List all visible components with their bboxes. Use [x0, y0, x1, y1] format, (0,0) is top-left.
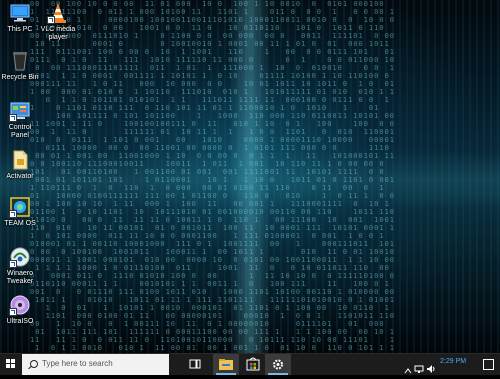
recycle-bin-icon [9, 50, 31, 72]
settings-button[interactable] [265, 354, 291, 375]
team-os-icon [9, 196, 31, 218]
shortcut-arrow-icon [47, 16, 55, 24]
control-panel-icon [9, 100, 31, 122]
store-icon [246, 357, 260, 371]
desktop-icon-team-os[interactable]: TEAM OS [0, 196, 40, 228]
disc-icon [9, 294, 31, 316]
taskbar: Type here to search 2:29 PM [0, 353, 500, 375]
search-icon [30, 360, 38, 368]
desktop-icon-label: VLC media player [40, 26, 76, 41]
desktop-icon-label: TEAM OS [4, 220, 36, 227]
taskbar-search-box[interactable]: Type here to search [22, 354, 169, 375]
winaero-tweaker-icon [9, 246, 31, 268]
show-hidden-icons-button[interactable] [404, 360, 412, 379]
desktop-wallpaper: 00 00 100 10 0 0 00 11 01 000 10 0 100 1… [0, 0, 500, 353]
desktop-icon-vlc[interactable]: VLC media player [38, 2, 78, 42]
desktop-icon-label: Control Panel [8, 124, 32, 139]
desktop-icon-label: Activator [6, 173, 34, 180]
shortcut-arrow-icon [9, 308, 17, 316]
desktop-icon-winaero-tweaker[interactable]: Winaero Tweaker [0, 246, 40, 286]
shortcut-arrow-icon [9, 114, 17, 122]
binary-rain: 00 00 100 10 0 0 00 11 01 000 10 0 100 1… [30, 0, 396, 352]
desktop-icon-label: UltraISO [6, 318, 34, 325]
desktop-icon-recycle-bin[interactable]: Recycle Bin [0, 50, 40, 82]
start-button[interactable] [0, 354, 22, 375]
taskbar-clock[interactable]: 2:29 PM [440, 358, 466, 365]
speaker-icon [427, 365, 435, 373]
desktop-icon-label: Recycle Bin [1, 74, 39, 81]
file-explorer-button[interactable] [213, 354, 239, 375]
computer-icon [9, 2, 31, 24]
desktop-icon-activator[interactable]: Activator [0, 149, 40, 181]
desktop-icon-ultraiso[interactable]: UltraISO [0, 294, 40, 326]
task-view-button[interactable] [182, 354, 208, 375]
settings-icon [273, 359, 283, 370]
network-icon [414, 365, 424, 373]
store-button[interactable] [240, 354, 266, 375]
volume-button[interactable] [426, 359, 436, 378]
desktop-icon-label: This PC [7, 26, 33, 33]
task-view-icon [189, 359, 201, 369]
action-center-icon[interactable] [483, 359, 494, 370]
file-explorer-icon [219, 359, 233, 370]
file-icon [9, 149, 31, 171]
desktop-icon-label: Winaero Tweaker [6, 270, 34, 285]
desktop-icon-control-panel[interactable]: Control Panel [0, 100, 40, 140]
search-placeholder: Type here to search [42, 359, 113, 368]
vlc-cone-icon [47, 2, 69, 24]
windows-logo-icon [6, 359, 16, 369]
desktop-icon-this-pc[interactable]: This PC [0, 2, 40, 34]
shortcut-arrow-icon [9, 260, 17, 268]
shortcut-arrow-icon [9, 210, 17, 218]
network-button[interactable] [414, 359, 424, 378]
